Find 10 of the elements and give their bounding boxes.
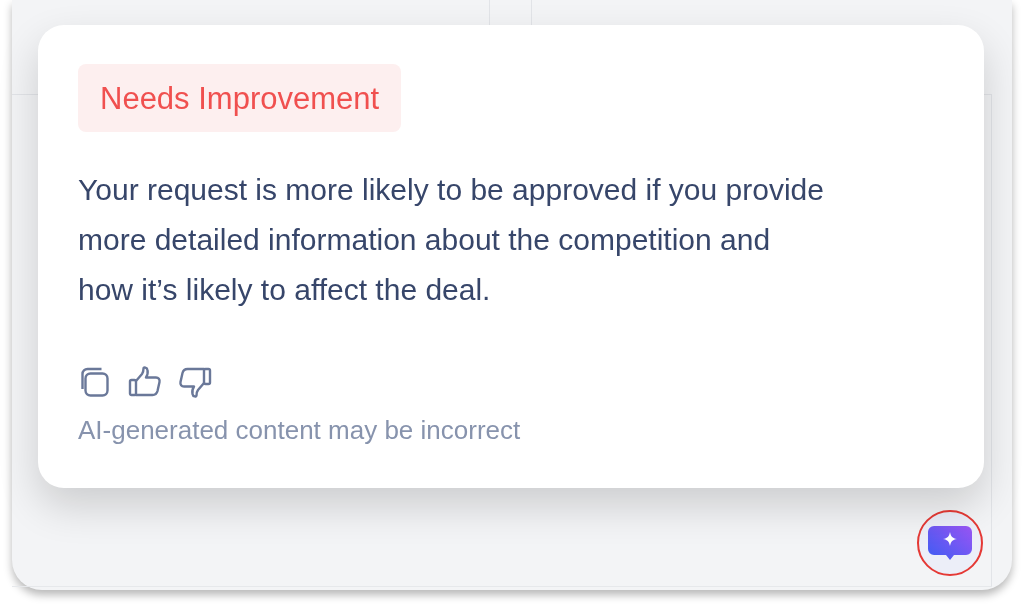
feedback-message: Your request is more likely to be approved if you provide more detailed information about the competition and how it’s likely to affect the deal. — [78, 172, 824, 308]
thumbs-up-icon — [128, 366, 162, 398]
copy-icon — [79, 366, 111, 398]
ai-disclaimer: AI-generated content may be incorrect — [78, 415, 521, 445]
thumbs-up-button[interactable] — [128, 365, 162, 399]
thumbs-down-icon — [178, 366, 212, 398]
rating-badge: Needs Improvement — [78, 64, 402, 132]
copy-button[interactable] — [78, 365, 112, 399]
thumbs-down-button[interactable] — [178, 365, 212, 399]
sparkle-chat-icon — [927, 525, 973, 561]
